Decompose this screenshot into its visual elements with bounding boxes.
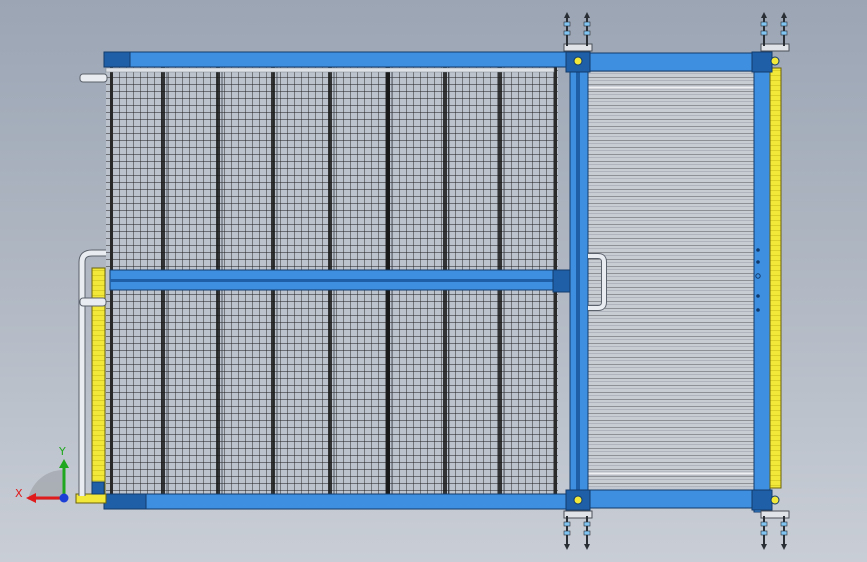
slat-pattern[interactable] xyxy=(585,72,757,487)
bolt-nut xyxy=(780,530,788,536)
top-beam[interactable] xyxy=(103,51,580,68)
gate-bottom-rail[interactable] xyxy=(585,489,757,509)
gate-top-rail[interactable] xyxy=(585,52,757,72)
hinge-pin xyxy=(770,56,780,66)
gate-left-post-groove xyxy=(576,52,580,512)
bolt-arrow-up xyxy=(761,12,767,18)
bolt-arrow-down xyxy=(781,544,787,550)
top-rod xyxy=(105,67,555,73)
model-canvas[interactable]: Y X xyxy=(0,0,867,562)
lock-screw-2 xyxy=(756,260,760,264)
x-axis-label: X xyxy=(15,487,23,500)
bolt-nut xyxy=(583,30,591,36)
right-yellow-rail[interactable] xyxy=(769,67,782,489)
coordinate-triad-icon: Y X xyxy=(15,445,69,503)
bolt-nut xyxy=(760,530,768,536)
bottom-beam[interactable] xyxy=(103,493,575,510)
bolt-nut xyxy=(563,530,571,536)
slat-bottom-rod xyxy=(584,471,756,476)
gate-right-post[interactable] xyxy=(753,51,771,513)
bolt-arrow-up xyxy=(584,12,590,18)
bolt-nut xyxy=(780,30,788,36)
bottom-beam-end xyxy=(103,493,147,510)
bolt-arrow-up xyxy=(564,12,570,18)
cad-viewport[interactable]: Y X xyxy=(0,0,867,562)
hinge-pin xyxy=(573,56,583,66)
hinge-pin xyxy=(573,495,583,505)
mesh-panel[interactable] xyxy=(103,51,580,510)
bolt-nut xyxy=(780,21,788,27)
top-left-rod-stub xyxy=(79,73,108,83)
gate-bottom-right-corner xyxy=(751,489,773,511)
bolt-nut xyxy=(760,521,768,527)
bolt-nut xyxy=(760,21,768,27)
bolt-arrow-up xyxy=(781,12,787,18)
z-axis-dot xyxy=(59,493,69,503)
lock-screw-4 xyxy=(756,308,760,312)
bolt-nut xyxy=(563,21,571,27)
bolt-nut xyxy=(760,30,768,36)
bolt-arrow-down xyxy=(761,544,767,550)
y-axis-label: Y xyxy=(58,445,66,458)
bolt-nut xyxy=(583,530,591,536)
mid-left-rod-stub xyxy=(79,297,107,307)
bolt-nut xyxy=(583,21,591,27)
bolt-nut xyxy=(583,521,591,527)
slat-top-rod xyxy=(584,85,756,90)
lock-screw-1 xyxy=(756,248,760,252)
middle-beam-groove xyxy=(110,279,578,282)
top-beam-end xyxy=(103,51,131,68)
bolt-arrow-down xyxy=(564,544,570,550)
left-rail-bracket xyxy=(91,481,105,495)
gate-top-right-corner xyxy=(751,51,773,73)
y-axis-head xyxy=(59,459,69,468)
bolt-nut xyxy=(780,521,788,527)
bolt-nut xyxy=(563,30,571,36)
slat-gate-panel[interactable] xyxy=(565,51,782,513)
lock-screw-3 xyxy=(756,294,760,298)
hinge-pin xyxy=(770,495,780,505)
bolt-nut xyxy=(563,521,571,527)
bolt-arrow-down xyxy=(584,544,590,550)
